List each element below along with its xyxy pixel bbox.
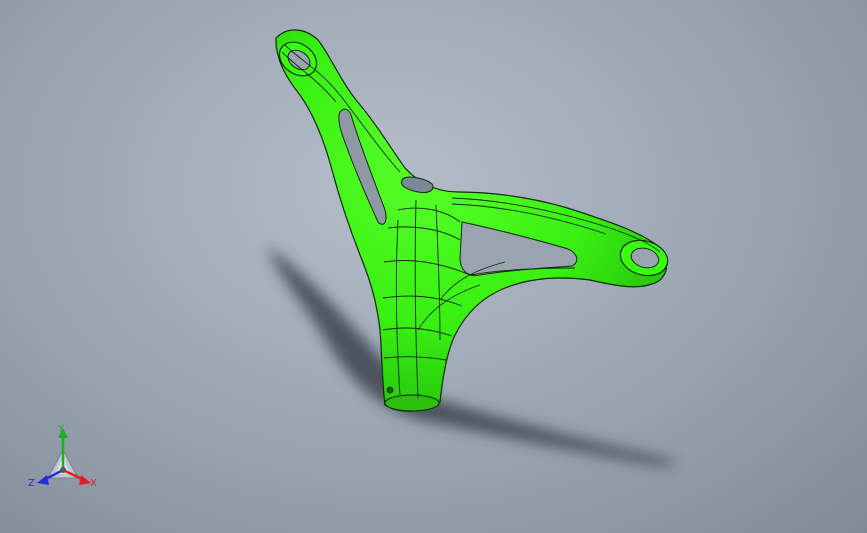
y-axis-label: Y [57, 424, 65, 435]
view-orientation-triad[interactable]: Y X Z [28, 424, 97, 489]
z-axis-arrowhead [37, 475, 49, 485]
z-axis-label: Z [28, 478, 35, 489]
x-axis-label: X [90, 478, 97, 489]
model-scene[interactable]: Y X Z [0, 0, 867, 533]
graphics-viewport[interactable]: Y X Z [0, 0, 867, 533]
bracket-part[interactable] [273, 29, 672, 412]
